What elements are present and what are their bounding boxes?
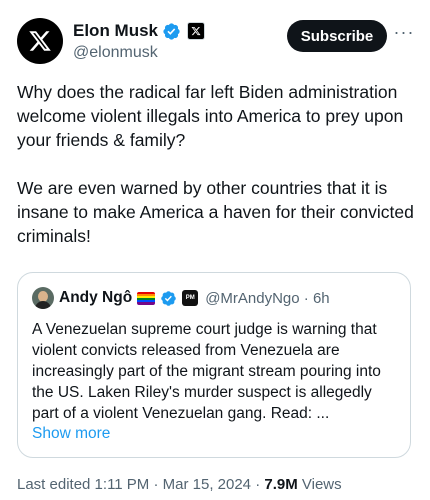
views-count: 7.9M <box>264 476 298 493</box>
x-logo-icon <box>29 31 51 51</box>
quoted-tweet[interactable]: Andy Ngô PM @MrAndyNgo · 6h A Venezuelan… <box>17 272 411 458</box>
show-more-link[interactable]: Show more <box>32 425 110 443</box>
x-logo-icon <box>191 26 201 36</box>
quoted-tweet-header: Andy Ngô PM @MrAndyNgo · 6h <box>32 287 330 309</box>
affiliate-badge-icon[interactable]: PM <box>182 290 199 306</box>
tweet-meta: Last edited 1:11 PM · Mar 15, 2024 · 7.9… <box>17 476 342 493</box>
quoted-handle-time[interactable]: @MrAndyNgo · 6h <box>205 290 329 307</box>
more-options-icon[interactable]: ··· <box>394 22 414 42</box>
quoted-author-avatar[interactable] <box>32 287 54 309</box>
views-label: Views <box>297 476 342 493</box>
verified-icon[interactable] <box>162 22 181 41</box>
author-name[interactable]: Elon Musk <box>73 21 158 41</box>
quoted-author-name[interactable]: Andy Ngô <box>59 289 132 307</box>
subscribe-button[interactable]: Subscribe <box>287 20 387 52</box>
rainbow-flag-icon <box>137 291 156 305</box>
quoted-tweet-text: A Venezuelan supreme court judge is warn… <box>32 321 381 422</box>
quoted-verified-icon[interactable] <box>160 290 177 307</box>
author-handle[interactable]: @elonmusk <box>73 44 205 62</box>
tweet-text: Why does the radical far left Biden admi… <box>17 82 414 246</box>
author-avatar[interactable] <box>17 18 63 64</box>
x-affiliate-badge[interactable] <box>187 22 206 40</box>
edited-timestamp[interactable]: Last edited 1:11 PM · Mar 15, 2024 · <box>17 476 264 493</box>
author-info: Elon Musk @elonmusk <box>73 20 206 62</box>
